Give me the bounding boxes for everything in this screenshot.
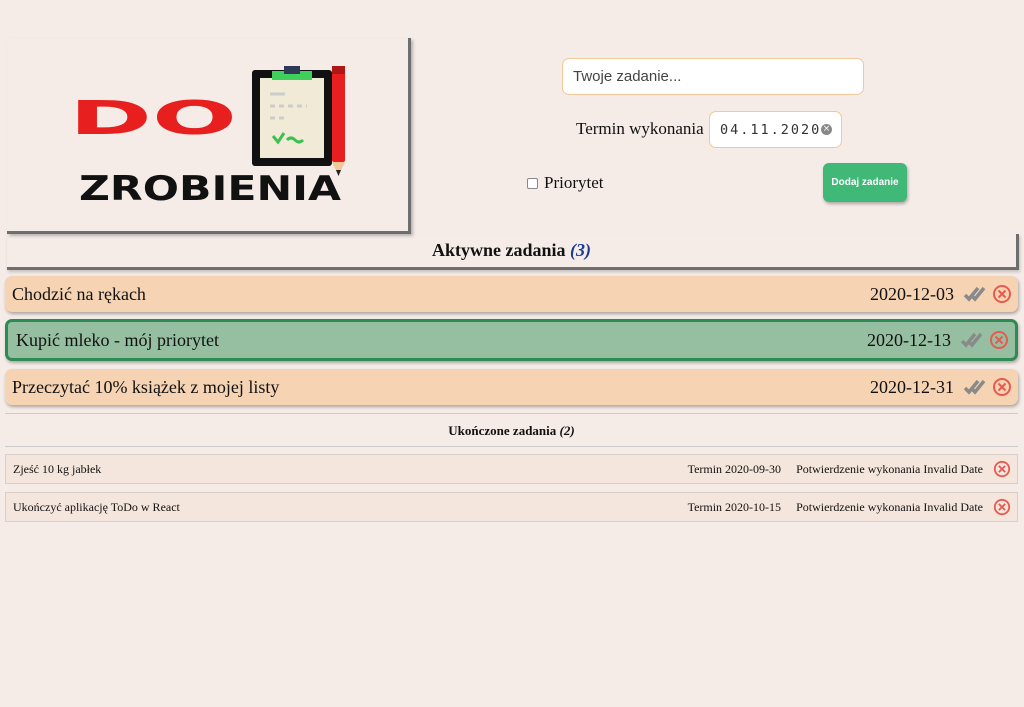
logo-zrobienia-text: ZROBIENIA: [79, 169, 342, 209]
delete-x-icon[interactable]: [992, 377, 1012, 397]
task-date: 2020-12-31: [870, 376, 954, 397]
done-task-term: Termin 2020-09-30: [687, 461, 782, 476]
clear-date-icon[interactable]: ×: [821, 124, 832, 135]
active-tasks-count: (3): [570, 240, 591, 260]
task-name: Chodzić na rękach: [12, 283, 146, 304]
done-task-term: Termin 2020-10-15: [687, 499, 782, 514]
app-logo: DO ZROBIENIA: [69, 66, 345, 209]
complete-check-icon[interactable]: [964, 285, 986, 303]
done-tasks-header: Ukończone zadania (2): [5, 413, 1018, 447]
active-task-row: Przeczytać 10% książek z mojej listy 202…: [5, 369, 1018, 405]
priority-label: Priorytet: [544, 173, 604, 192]
task-input[interactable]: [562, 58, 864, 95]
active-task-row-priority: Kupić mleko - mój priorytet 2020-12-13: [5, 319, 1018, 361]
task-name: Kupić mleko - mój priorytet: [16, 329, 219, 350]
logo-panel: DO ZROBIENIA: [7, 38, 411, 234]
delete-x-icon[interactable]: [993, 460, 1011, 478]
date-label: Termin wykonania: [576, 119, 704, 138]
priority-checkbox-label[interactable]: Priorytet: [527, 173, 604, 193]
logo-do-text: DO: [69, 91, 237, 145]
date-value: 04.11.2020: [720, 121, 822, 138]
complete-check-icon[interactable]: [964, 378, 986, 396]
active-task-row: Chodzić na rękach 2020-12-03: [5, 276, 1018, 312]
task-name: Przeczytać 10% książek z mojej listy: [12, 376, 280, 397]
task-date: 2020-12-03: [870, 283, 954, 304]
active-tasks-title: Aktywne zadania: [431, 240, 566, 260]
done-task-row: Ukończyć aplikację ToDo w React Termin 2…: [5, 492, 1018, 522]
task-date: 2020-12-13: [867, 329, 951, 350]
complete-check-icon[interactable]: [961, 331, 983, 349]
date-input[interactable]: 04.11.2020 ×: [709, 111, 842, 148]
done-task-name: Zjeść 10 kg jabłek: [13, 461, 102, 476]
priority-checkbox[interactable]: [527, 177, 538, 189]
done-tasks-count: (2): [559, 423, 575, 438]
active-tasks-header: Aktywne zadania (3): [7, 234, 1019, 270]
done-task-name: Ukończyć aplikację ToDo w React: [13, 499, 180, 514]
done-task-row: Zjeść 10 kg jabłek Termin 2020-09-30 Pot…: [5, 454, 1018, 484]
delete-x-icon[interactable]: [989, 330, 1009, 350]
delete-x-icon[interactable]: [993, 498, 1011, 516]
done-tasks-title: Ukończone zadania: [448, 423, 557, 438]
done-task-confirm: Potwierdzenie wykonania Invalid Date: [796, 461, 983, 476]
add-task-button[interactable]: Dodaj zadanie: [823, 163, 907, 202]
delete-x-icon[interactable]: [992, 284, 1012, 304]
done-task-confirm: Potwierdzenie wykonania Invalid Date: [796, 499, 983, 514]
